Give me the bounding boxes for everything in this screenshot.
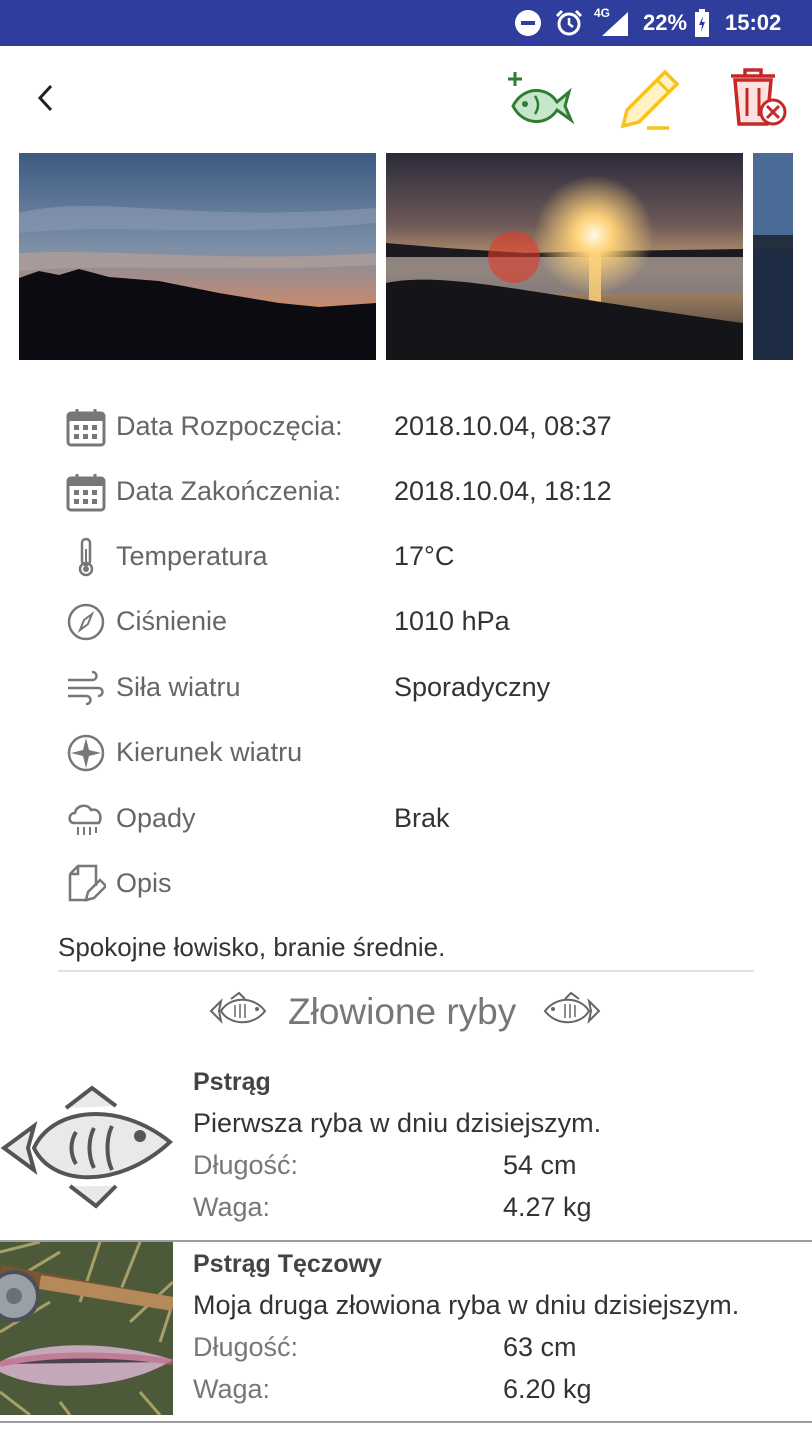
detail-value: 2018.10.04, 08:37 [394, 411, 612, 441]
fish-description: Pierwsza ryba w dniu dzisiejszym. [193, 1108, 602, 1138]
network-type: 4G [594, 6, 611, 20]
fish-icon [543, 991, 601, 1025]
detail-row-pressure: Ciśnienie 1010 hPa [0, 590, 812, 650]
chevron-left-icon [37, 84, 53, 112]
detail-label: Ciśnienie [116, 606, 228, 636]
wind-rose-icon [66, 733, 106, 773]
detail-row-wind-force: Siła wiatru Sporadyczny [0, 656, 812, 716]
compass-gauge-icon [66, 602, 106, 642]
detail-label: Opis [116, 868, 172, 898]
edit-button[interactable] [617, 66, 683, 132]
photo-sunset-1[interactable] [19, 153, 376, 360]
weight-label: Waga: [193, 1374, 271, 1404]
weight-value: 6.20 kg [503, 1374, 592, 1404]
detail-value: Brak [394, 803, 450, 833]
calendar-icon [66, 472, 106, 512]
photo-sunset-2[interactable] [386, 153, 743, 360]
fish-placeholder-icon [0, 1085, 174, 1209]
detail-row-start-date: Data Rozpoczęcia: 2018.10.04, 08:37 [0, 395, 812, 455]
weight-label: Waga: [193, 1192, 271, 1222]
delete-trash-icon [731, 68, 787, 126]
status-bar: 4G 22% 15:02 [0, 0, 812, 46]
detail-value: 2018.10.04, 18:12 [394, 476, 612, 506]
back-button[interactable] [24, 76, 68, 120]
detail-label: Data Rozpoczęcia: [116, 411, 343, 441]
note-pencil-icon [66, 864, 108, 904]
alarm-icon [554, 0, 584, 46]
length-label: Długość: [193, 1150, 299, 1180]
fish-list-item[interactable]: Pstrąg Tęczowy Moja druga złowiona ryba … [0, 1242, 812, 1422]
add-fish-button[interactable] [505, 66, 575, 132]
detail-value: 17°C [394, 541, 455, 571]
wind-icon [66, 668, 106, 708]
battery-percent: 22% [643, 10, 688, 35]
fish-photo [0, 1242, 173, 1415]
add-fish-icon [508, 72, 575, 125]
detail-label: Data Zakończenia: [116, 476, 342, 506]
length-value: 63 cm [503, 1332, 577, 1362]
detail-row-temperature: Temperatura 17°C [0, 525, 812, 585]
trip-description: Spokojne łowisko, branie średnie. [58, 932, 446, 962]
battery-charging-icon [694, 0, 710, 46]
detail-row-precipitation: Opady Brak [0, 787, 812, 847]
fish-list-item[interactable]: Pstrąg Pierwsza ryba w dniu dzisiejszym.… [0, 1060, 812, 1240]
length-value: 54 cm [503, 1150, 577, 1180]
fish-icon [209, 991, 267, 1025]
length-label: Długość: [193, 1332, 299, 1362]
clock: 15:02 [725, 10, 782, 35]
toolbar [0, 46, 812, 152]
detail-label: Opady [116, 803, 196, 833]
fish-name: Pstrąg [193, 1068, 271, 1096]
photo-lake-3[interactable] [753, 153, 793, 360]
detail-value: 1010 hPa [394, 606, 510, 636]
detail-row-description: Opis [0, 852, 812, 912]
do-not-disturb-icon [514, 0, 542, 46]
detail-label: Temperatura [116, 541, 268, 571]
rain-cloud-icon [66, 799, 106, 839]
divider [58, 970, 754, 972]
delete-button[interactable] [725, 66, 791, 132]
detail-label: Siła wiatru [116, 672, 241, 702]
section-title: Złowione ryby [288, 991, 517, 1032]
fish-name: Pstrąg Tęczowy [193, 1250, 382, 1278]
list-divider [0, 1421, 812, 1423]
caught-fish-header: Złowione ryby [0, 985, 812, 1041]
detail-label: Kierunek wiatru [116, 737, 303, 767]
detail-value: Sporadyczny [394, 672, 551, 702]
detail-row-end-date: Data Zakończenia: 2018.10.04, 18:12 [0, 460, 812, 520]
fish-description: Moja druga złowiona ryba w dniu dzisiejs… [193, 1290, 740, 1320]
detail-row-wind-direction: Kierunek wiatru [0, 721, 812, 781]
photo-gallery[interactable] [0, 153, 812, 361]
calendar-icon [66, 407, 106, 447]
weight-value: 4.27 kg [503, 1192, 592, 1222]
thermometer-icon [66, 537, 106, 577]
edit-pencil-icon [620, 69, 680, 130]
